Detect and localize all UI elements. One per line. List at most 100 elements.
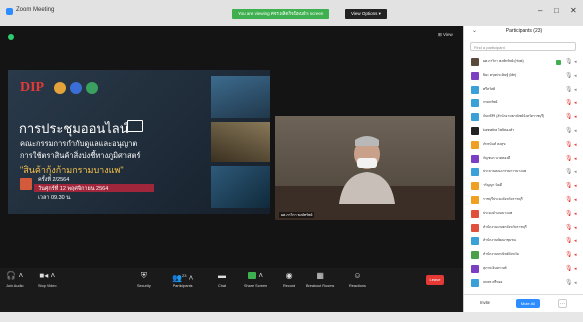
participant-row[interactable]: ผศ.ภาวิกา พงษ์ทรัพย์ (Host) 🎙 ◂ — [464, 56, 583, 69]
shrimp-photo-2 — [211, 122, 270, 162]
participants-button[interactable]: 👥23 ˄ Participants — [172, 271, 193, 288]
camera-status-icon[interactable]: ◂ — [574, 86, 577, 94]
record-icon: ◉ — [285, 271, 293, 280]
minimize-icon[interactable]: – — [538, 6, 542, 15]
avatar — [471, 140, 479, 149]
participant-row[interactable]: กรมทรัพย์ 🎙 ◂ — [464, 97, 583, 110]
participant-search-input[interactable]: Find a participant — [470, 42, 576, 51]
participant-name: วรัญญา นิลดี — [483, 183, 502, 188]
participant-row[interactable]: สำนักงานพัฒนาชุมชน 🎙 ◂ — [464, 235, 583, 248]
participant-name: ผศ.ภาวิกา พงษ์ทรัพย์ (Host) — [483, 59, 524, 63]
mic-muted-icon[interactable]: 🎙 — [565, 210, 573, 218]
calendar-icon — [20, 178, 32, 190]
mic-muted-icon[interactable]: 🎙 — [565, 182, 573, 190]
mic-icon[interactable]: 🎙 — [565, 279, 573, 287]
mic-muted-icon[interactable]: 🎙 — [565, 237, 573, 245]
reactions-label: Reactions — [349, 284, 366, 288]
participant-row[interactable]: สุภาพ อินทรวงศ์ 🎙 ◂ — [464, 263, 583, 276]
camera-status-icon[interactable]: ◂ — [574, 72, 577, 80]
encryption-shield-icon[interactable] — [8, 34, 14, 40]
emblem-logo-icon — [70, 82, 82, 94]
mic-icon[interactable]: 🎙 — [565, 127, 573, 135]
mic-icon[interactable]: 🎙 — [565, 58, 573, 66]
participant-name: จันทร์สิริ (สำนักงานพาณิชย์จังหวัดราชบุร… — [483, 114, 545, 119]
camera-status-icon[interactable]: ◂ — [574, 265, 577, 273]
maximize-icon[interactable]: □ — [554, 6, 559, 15]
participants-count: 23 — [181, 273, 187, 278]
shared-slide: DIP การประชุมออนไลน์ คณะกรรมการกำกับดูแล… — [8, 70, 270, 214]
participant-row[interactable]: kunnatha โพธิ์ทองคำ 🎙 ◂ — [464, 125, 583, 138]
mic-muted-icon[interactable]: 🎙 — [565, 251, 573, 259]
chat-button[interactable]: ▬ Chat — [218, 271, 226, 288]
participant-row[interactable]: ภัทรนันท์ คงสุข 🎙 ◂ — [464, 139, 583, 152]
avatar — [471, 196, 479, 204]
mic-icon[interactable]: 🎙 — [565, 168, 573, 176]
participant-row[interactable]: สำนักงานเกษตรจังหวัดราชบุรี 🎙 ◂ — [464, 222, 583, 235]
breakout-rooms-button[interactable]: ▦ Breakout Rooms — [306, 271, 334, 288]
participant-row[interactable]: จันทร์สิริ (สำนักงานพาณิชย์จังหวัดราชบุร… — [464, 111, 583, 124]
participant-row[interactable]: ปิยะ ตรุษประดิษฐ์ (Me) 🎙 ◂ — [464, 70, 583, 83]
mic-muted-icon[interactable]: 🎙 — [565, 224, 573, 232]
mic-muted-icon[interactable]: 🎙 — [565, 99, 573, 107]
record-label: Record — [283, 284, 296, 288]
close-icon[interactable]: ✕ — [570, 6, 577, 15]
monitor-icon — [127, 120, 143, 132]
mute-all-button[interactable]: Mute All — [516, 299, 540, 308]
camera-status-icon[interactable]: ◂ — [574, 168, 577, 176]
breakout-label: Breakout Rooms — [306, 284, 335, 288]
camera-status-icon[interactable]: ◂ — [574, 196, 577, 204]
camera-status-icon[interactable]: ◂ — [574, 237, 577, 245]
participants-title: Participants (23) — [505, 28, 543, 34]
mic-icon[interactable]: 🎙 — [565, 72, 573, 80]
camera-status-icon[interactable]: ◂ — [574, 127, 577, 135]
camera-status-icon[interactable]: ◂ — [574, 141, 577, 149]
security-button[interactable]: ⛨ Security — [137, 271, 151, 288]
mic-muted-icon[interactable]: 🎙 — [565, 265, 573, 273]
participants-icon: 👥23 ˄ — [172, 273, 194, 283]
share-screen-button[interactable]: ˄ Share Screen — [244, 271, 267, 288]
participant-row[interactable]: ราชบุรีประมงจังหวัดราชบุรี 🎙 ◂ — [464, 194, 583, 207]
mic-muted-icon[interactable]: 🎙 — [565, 155, 573, 163]
view-toggle-button[interactable]: ⊞ View — [438, 32, 453, 38]
camera-status-icon[interactable]: ◂ — [574, 58, 577, 66]
screen-share-banner: You are viewing ศจร.ผลิตกิจนิพนธ์'s scre… — [232, 9, 330, 19]
share-screen-label: Share Screen — [244, 284, 268, 288]
stop-video-button[interactable]: ■◂ ˄ Stop Video — [38, 271, 57, 288]
avatar — [471, 71, 479, 80]
shrimp-photo-1 — [211, 76, 270, 118]
dip-logo: DIP — [20, 80, 45, 95]
camera-status-icon[interactable]: ◂ — [574, 99, 577, 107]
participant-row[interactable]: ประธานคณะกรรมการบางแพ 🎙 ◂ — [464, 166, 583, 179]
participant-row[interactable]: วรัญญา นิลดี 🎙 ◂ — [464, 180, 583, 193]
leave-button[interactable]: Leave — [426, 275, 444, 285]
participant-row[interactable]: ประมงอำเภอบางแพ 🎙 ◂ — [464, 208, 583, 221]
participant-row[interactable]: ศรีสวัสดิ์ 🎙 ◂ — [464, 84, 583, 97]
view-options-button[interactable]: View Options ▾ — [345, 9, 387, 19]
avatar — [471, 265, 479, 273]
reactions-button[interactable]: ☺ Reactions — [349, 271, 366, 288]
camera-status-icon[interactable]: ◂ — [574, 251, 577, 259]
join-audio-button[interactable]: 🎧 ˄ Join Audio — [6, 271, 24, 288]
camera-status-icon[interactable]: ◂ — [574, 182, 577, 190]
more-options-button[interactable]: ··· — [558, 299, 567, 308]
camera-status-icon[interactable]: ◂ — [574, 210, 577, 218]
camera-status-icon[interactable]: ◂ — [574, 113, 577, 121]
avatar — [471, 99, 479, 108]
camera-status-icon[interactable]: ◂ — [574, 224, 577, 232]
camera-status-icon[interactable]: ◂ — [574, 279, 577, 287]
meeting-toolbar: 🎧 ˄ Join Audio ■◂ ˄ Stop Video ⛨ Securit… — [0, 268, 463, 312]
participant-row[interactable]: สำนักงานพาณิชย์จังหวัด 🎙 ◂ — [464, 249, 583, 262]
app-title: Zoom Meeting — [16, 7, 55, 13]
participants-label: Participants — [172, 284, 193, 288]
avatar — [471, 168, 479, 177]
participant-row[interactable]: กัญชนก นาคทองดี 🎙 ◂ — [464, 153, 583, 166]
mic-muted-icon[interactable]: 🎙 — [565, 113, 573, 121]
participant-row[interactable]: ธนพร ศรีทอง 🎙 ◂ — [464, 277, 583, 290]
invite-button[interactable]: Invite — [480, 300, 490, 305]
record-button[interactable]: ◉ Record — [283, 271, 295, 288]
avatar — [471, 251, 479, 260]
mic-muted-icon[interactable]: 🎙 — [565, 141, 573, 149]
mic-muted-icon[interactable]: 🎙 — [565, 196, 573, 204]
mic-icon[interactable]: 🎙 — [565, 86, 573, 94]
camera-status-icon[interactable]: ◂ — [574, 155, 577, 163]
